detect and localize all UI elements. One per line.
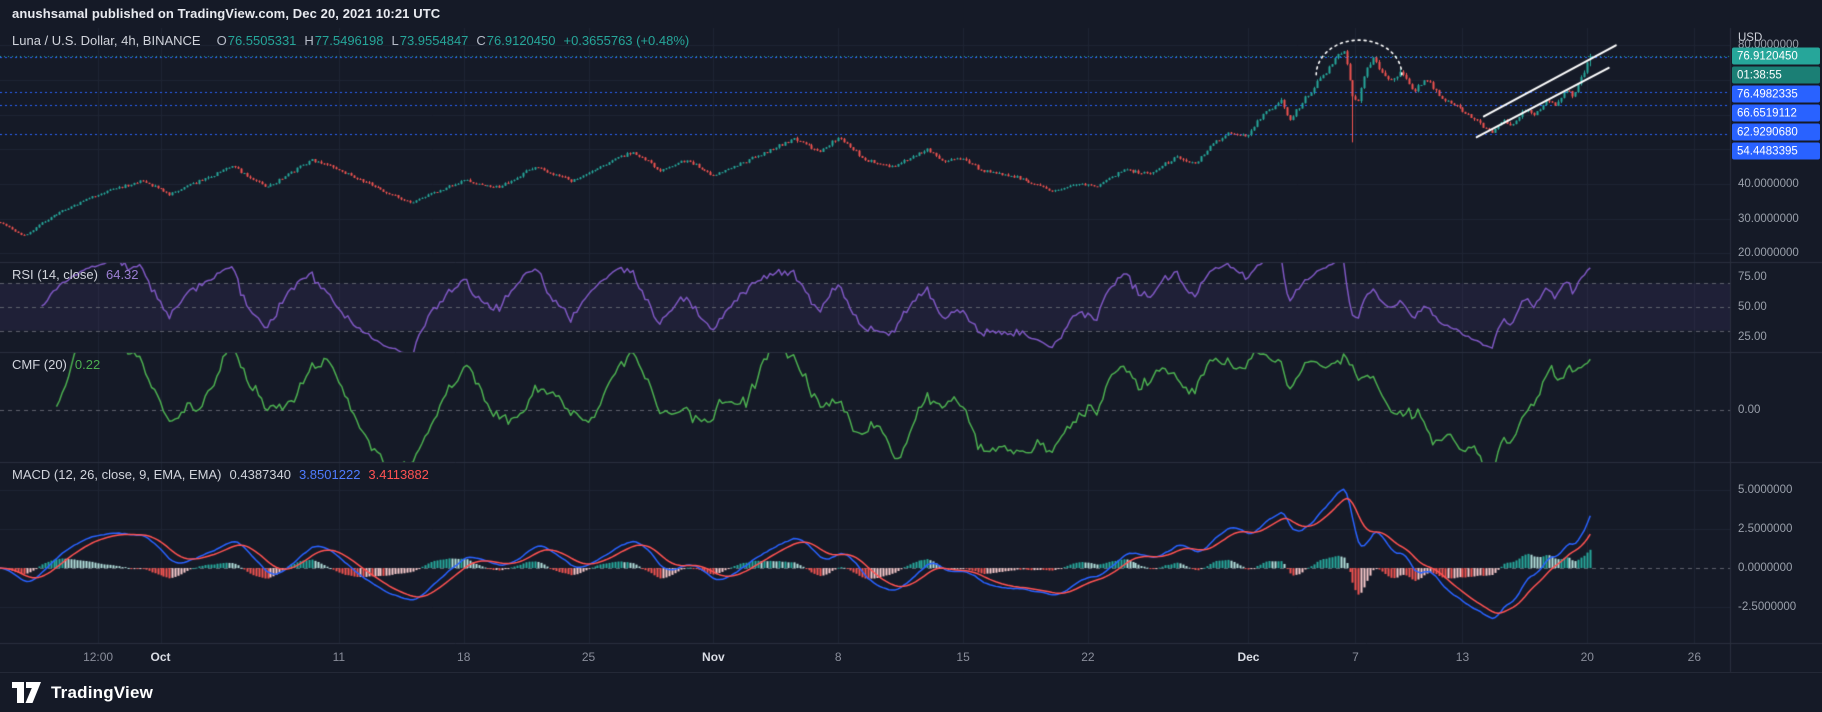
cmf-value: 0.22 (74, 357, 101, 372)
rsi-legend[interactable]: RSI (14, close) 64.32 (12, 267, 139, 282)
low-label: L (391, 33, 399, 48)
cmf-scale-label: 0.00 (1738, 403, 1761, 416)
time-axis-label: 12:00 (83, 650, 114, 664)
price-scale[interactable]: USD 80.0000000 40.0000000 30.0000000 20.000… (1730, 0, 1822, 672)
open-label: O (216, 33, 227, 48)
time-axis[interactable]: 12:00 Oct 11 18 25 Nov 8 15 22 Dec 7 13 20 26 (0, 643, 1730, 672)
tradingview-logo-icon[interactable] (12, 682, 42, 703)
time-axis-label: Nov (702, 650, 725, 664)
macd-signal-value: 3.4113882 (368, 467, 429, 482)
rsi-scale-label: 25.00 (1738, 330, 1767, 343)
price-chart-canvas[interactable] (0, 0, 1822, 712)
macd-scale-label: 2.5000000 (1738, 523, 1793, 536)
tradingview-snapshot: anushsamal published on TradingView.com,… (0, 0, 1822, 712)
macd-scale-label: 5.0000000 (1738, 484, 1793, 497)
time-axis-label: 7 (1352, 650, 1359, 664)
time-axis-label: 15 (956, 650, 970, 664)
rsi-value: 64.32 (105, 267, 139, 282)
rsi-scale-label: 50.00 (1738, 301, 1767, 313)
macd-title: MACD (12, 26, close, 9, EMA, EMA) (12, 467, 222, 482)
time-axis-label: Oct (150, 650, 171, 664)
low-value: 73.9554847 (399, 33, 469, 48)
publish-header: anushsamal published on TradingView.com,… (12, 6, 440, 21)
open-value: 76.5505331 (227, 33, 297, 48)
bar-countdown-badge: 01:38:55 (1732, 66, 1820, 84)
time-axis-label: 25 (581, 650, 596, 664)
high-value: 77.5496198 (314, 33, 384, 48)
macd-histogram-value: 0.4387340 (229, 467, 291, 482)
ohlc-values: O 76.5505331 H 77.5496198 L 73.9554847 C 76.… (209, 33, 690, 48)
change-value: +0.3655763 (+0.48%) (563, 33, 690, 48)
cmf-title: CMF (20) (12, 357, 67, 372)
last-price-badge: 76.9120450 (1732, 47, 1820, 65)
rsi-title: RSI (14, close) (12, 267, 98, 282)
macd-line-value: 3.8501222 (298, 467, 361, 482)
symbol-legend[interactable]: Luna / U.S. Dollar, 4h, BINANCE O 76.5505… (12, 33, 689, 48)
footer-bar: TradingView (0, 672, 1822, 712)
time-axis-label: 20 (1580, 650, 1594, 664)
high-label: H (304, 33, 314, 48)
time-axis-label: 26 (1687, 650, 1702, 664)
close-label: C (476, 33, 486, 48)
time-axis-label: Dec (1237, 650, 1260, 664)
symbol-title: Luna / U.S. Dollar, 4h, BINANCE (12, 33, 201, 48)
macd-scale-label: -2.5000000 (1738, 601, 1797, 614)
time-axis-label: 11 (332, 650, 346, 664)
price-scale-label: 20.0000000 (1738, 247, 1799, 260)
tradingview-brand[interactable]: TradingView (51, 683, 153, 703)
price-scale-label: 30.0000000 (1738, 212, 1799, 225)
rsi-scale-label: 75.00 (1738, 271, 1767, 284)
cmf-legend[interactable]: CMF (20) 0.22 (12, 357, 100, 372)
time-axis-label: 13 (1455, 650, 1470, 664)
macd-legend[interactable]: MACD (12, 26, close, 9, EMA, EMA) 0.4387… (12, 467, 429, 482)
price-scale-label: 40.0000000 (1738, 178, 1799, 190)
close-value: 76.9120450 (486, 33, 556, 48)
publish-line: anushsamal published on TradingView.com,… (12, 6, 441, 21)
time-axis-label: 18 (457, 650, 471, 664)
price-level-badge: 62.9290680 (1732, 123, 1820, 141)
price-level-badge: 66.6519112 (1732, 104, 1820, 122)
time-axis-label: 8 (834, 650, 842, 664)
price-level-badge: 54.4483395 (1732, 142, 1820, 160)
time-axis-label: 22 (1081, 650, 1095, 664)
price-level-badge: 76.4982335 (1732, 85, 1820, 103)
macd-scale-label: 0.0000000 (1738, 562, 1793, 575)
